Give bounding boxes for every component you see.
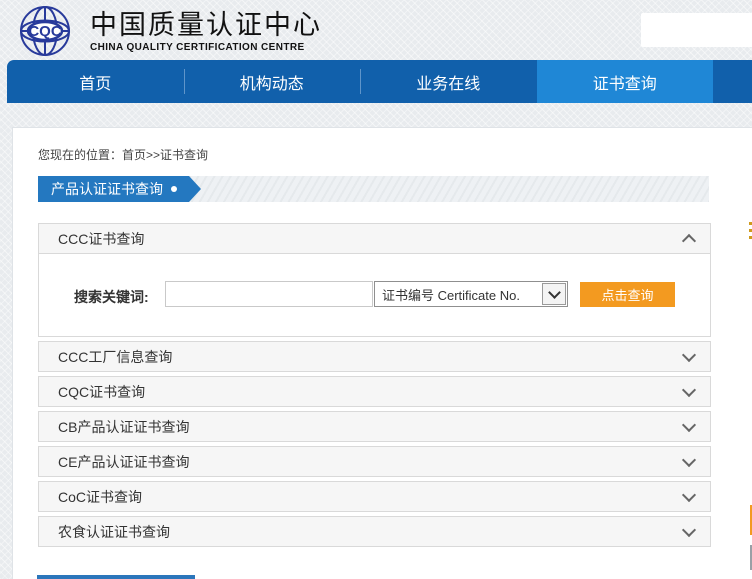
accordion-header-ccc-certificate[interactable]: CCC证书查询 <box>38 223 711 254</box>
section-title-ribbon: 产品认证证书查询 <box>38 176 189 202</box>
chevron-down-icon <box>682 488 696 502</box>
header-search-box[interactable] <box>641 13 752 47</box>
section-title-bar: 产品认证证书查询 <box>38 176 709 202</box>
accordion-label: 农食认证证书查询 <box>58 522 170 542</box>
accordion-label: CCC证书查询 <box>58 229 144 249</box>
nav-item-certificate-query[interactable]: 证书查询 <box>537 60 714 103</box>
chevron-down-icon <box>682 523 696 537</box>
accordion-header-coc-certificate[interactable]: CoC证书查询 <box>38 481 711 512</box>
keyword-label: 搜索关键词: <box>74 287 149 307</box>
site-logo[interactable]: CQC 中国质量认证中心 CHINA QUALITY CERTIFICATION… <box>10 5 322 57</box>
accordion-header-cb-certificate[interactable]: CB产品认证证书查询 <box>38 411 711 442</box>
cqc-certificate-query-page: CQC 中国质量认证中心 CHINA QUALITY CERTIFICATION… <box>0 0 752 579</box>
logo-text: 中国质量认证中心 CHINA QUALITY CERTIFICATION CEN… <box>90 10 322 53</box>
select-arrow-icon[interactable] <box>542 283 566 305</box>
accordion-label: CB产品认证证书查询 <box>58 417 189 437</box>
nav-item-label: 首页 <box>79 70 111 94</box>
site-title: 中国质量认证中心 <box>90 10 322 40</box>
accordion-label: CCC工厂信息查询 <box>58 347 172 367</box>
next-section-top-edge <box>37 575 195 579</box>
chevron-down-icon <box>682 348 696 362</box>
nav-item-label: 证书查询 <box>593 70 657 94</box>
chevron-up-icon <box>682 234 696 248</box>
chevron-down-icon <box>682 453 696 467</box>
breadcrumb: 您现在的位置：首页>>证书查询 <box>38 146 208 163</box>
nav-item-label: 机构动态 <box>240 70 304 94</box>
select-value: 证书编号 Certificate No. <box>382 285 542 304</box>
main-content-panel: 您现在的位置：首页>>证书查询 产品认证证书查询 CCC证书查询 搜索关键词: … <box>12 127 752 579</box>
nav-item-business-online[interactable]: 业务在线 <box>360 60 537 103</box>
query-button[interactable]: 点击查询 <box>580 282 675 307</box>
search-type-select[interactable]: 证书编号 Certificate No. <box>374 281 568 307</box>
ribbon-dot-icon <box>171 186 177 192</box>
cqc-globe-logo-icon: CQC <box>10 5 80 57</box>
accordion-header-cqc-certificate[interactable]: CQC证书查询 <box>38 376 711 407</box>
svg-text:CQC: CQC <box>28 23 62 40</box>
chevron-down-icon <box>682 383 696 397</box>
nav-item-news[interactable]: 机构动态 <box>184 60 361 103</box>
keyword-input[interactable] <box>165 281 373 307</box>
accordion-label: CoC证书查询 <box>58 487 142 507</box>
nav-item-label: 业务在线 <box>416 70 480 94</box>
main-nav: 首页 机构动态 业务在线 证书查询 <box>7 60 752 103</box>
accordion-label: CQC证书查询 <box>58 382 145 402</box>
accordion-label: CE产品认证证书查询 <box>58 452 189 472</box>
nav-item-home[interactable]: 首页 <box>7 60 184 103</box>
accordion-header-ccc-factory[interactable]: CCC工厂信息查询 <box>38 341 711 372</box>
accordion-header-agrifood-certificate[interactable]: 农食认证证书查询 <box>38 516 711 547</box>
chevron-down-icon <box>682 418 696 432</box>
accordion-content-ccc-certificate: 搜索关键词: 证书编号 Certificate No. 点击查询 <box>38 254 711 337</box>
page-title: 产品认证证书查询 <box>51 179 163 199</box>
accordion-header-ce-certificate[interactable]: CE产品认证证书查询 <box>38 446 711 477</box>
site-subtitle: CHINA QUALITY CERTIFICATION CENTRE <box>90 42 322 53</box>
